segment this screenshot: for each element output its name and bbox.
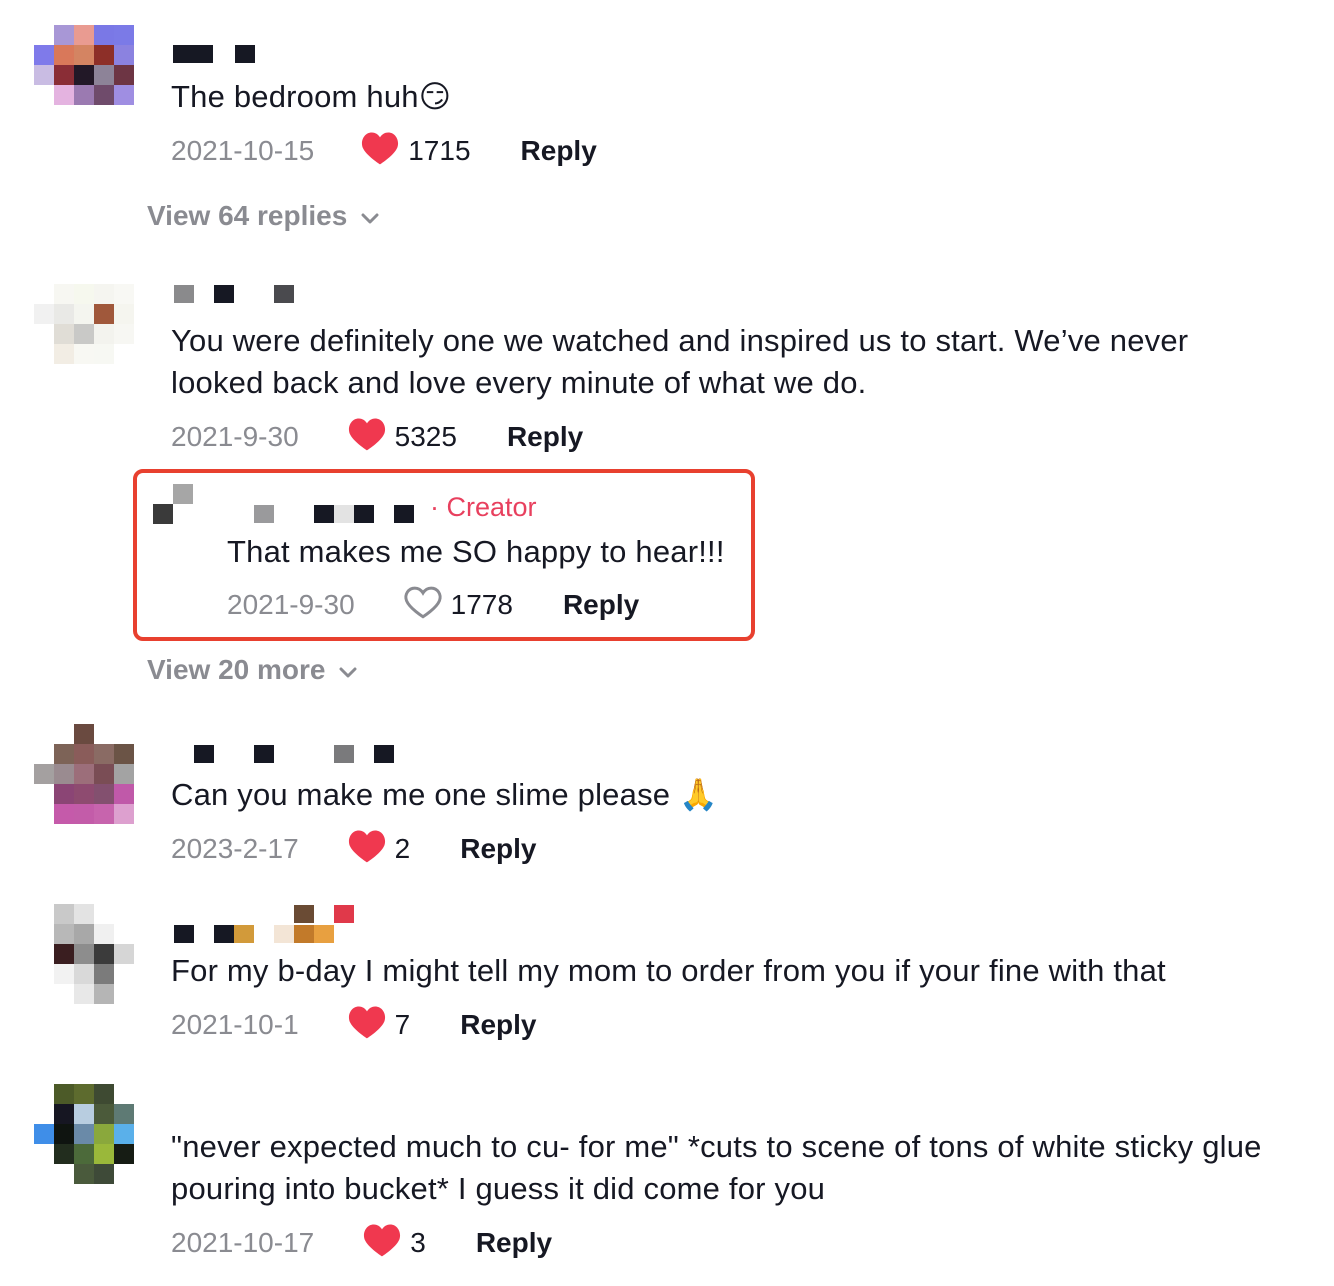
heart-outline-icon: [403, 584, 443, 627]
reply-button[interactable]: Reply: [476, 1227, 552, 1259]
comment-date: 2021-9-30: [171, 421, 299, 452]
heart-filled-icon: [360, 130, 400, 173]
comment-date: 2021-10-1: [171, 1009, 299, 1040]
view-more-replies-button[interactable]: View 20 more: [147, 654, 357, 686]
comment-date: 2021-10-15: [171, 135, 315, 166]
chevron-down-icon: [325, 654, 357, 686]
reply-text: That makes me SO happy to hear!!!: [227, 534, 725, 569]
comment-text: For my b-day I might tell my mom to orde…: [171, 953, 1166, 988]
comment-meta: 2021-10-15 1715 Reply: [171, 131, 597, 171]
comment-date: 2021-10-17: [171, 1227, 315, 1258]
avatar[interactable]: [34, 1084, 134, 1184]
heart-filled-icon: [362, 1222, 402, 1265]
reply-button[interactable]: Reply: [460, 1009, 536, 1041]
avatar[interactable]: [34, 724, 134, 824]
comment-text: You were definitely one we watched and i…: [171, 323, 1189, 400]
reply-date: 2021-9-30: [227, 589, 355, 620]
comment-meta: 2023-2-17 2 Reply: [171, 829, 536, 869]
like-count: 2: [394, 833, 411, 864]
avatar[interactable]: [34, 25, 134, 125]
heart-filled-icon: [347, 1004, 387, 1047]
like-button[interactable]: 5325: [347, 416, 457, 459]
view-more-label: View 20 more: [147, 654, 326, 685]
username-redacted[interactable]: [174, 905, 354, 945]
like-button[interactable]: 7: [347, 1004, 411, 1047]
reply-button[interactable]: Reply: [507, 421, 583, 453]
like-count: 5325: [394, 421, 457, 452]
like-button[interactable]: 2: [347, 828, 411, 871]
like-count: 3: [410, 1227, 426, 1258]
avatar[interactable]: [153, 484, 213, 544]
comment-text: The bedroom huh😏: [171, 79, 452, 114]
comment-text: "never expected much to cu- for me" *cut…: [171, 1129, 1262, 1206]
like-button[interactable]: 1715: [360, 130, 471, 173]
view-replies-label: View 64 replies: [147, 200, 348, 231]
like-count: 7: [394, 1009, 411, 1040]
creator-badge: · Creator: [430, 492, 537, 522]
comment-date: 2023-2-17: [171, 833, 299, 864]
username-redacted[interactable]: [173, 45, 263, 65]
reply-button[interactable]: Reply: [460, 833, 536, 865]
comment-meta: 2021-9-30 5325 Reply: [171, 417, 583, 457]
heart-filled-icon: [347, 828, 387, 871]
comment-meta: 2021-10-17 3 Reply: [171, 1223, 552, 1263]
like-button[interactable]: 1778: [403, 584, 513, 627]
avatar[interactable]: [34, 904, 134, 1004]
chevron-down-icon: [347, 200, 379, 232]
username-redacted[interactable]: [174, 285, 304, 305]
like-count: 1715: [408, 135, 471, 166]
like-button[interactable]: 3: [362, 1222, 426, 1265]
reply-meta: 2021-9-30 1778 Reply: [227, 585, 639, 625]
username-redacted[interactable]: [254, 505, 424, 525]
avatar[interactable]: [34, 284, 134, 384]
comment-text: Can you make me one slime please 🙏: [171, 777, 718, 812]
like-count: 1778: [450, 589, 513, 620]
heart-filled-icon: [347, 416, 387, 459]
username-redacted[interactable]: [194, 745, 404, 765]
view-replies-button[interactable]: View 64 replies: [147, 200, 379, 232]
reply-button[interactable]: Reply: [521, 135, 597, 167]
reply-button[interactable]: Reply: [563, 589, 639, 621]
comment-meta: 2021-10-1 7 Reply: [171, 1005, 536, 1045]
